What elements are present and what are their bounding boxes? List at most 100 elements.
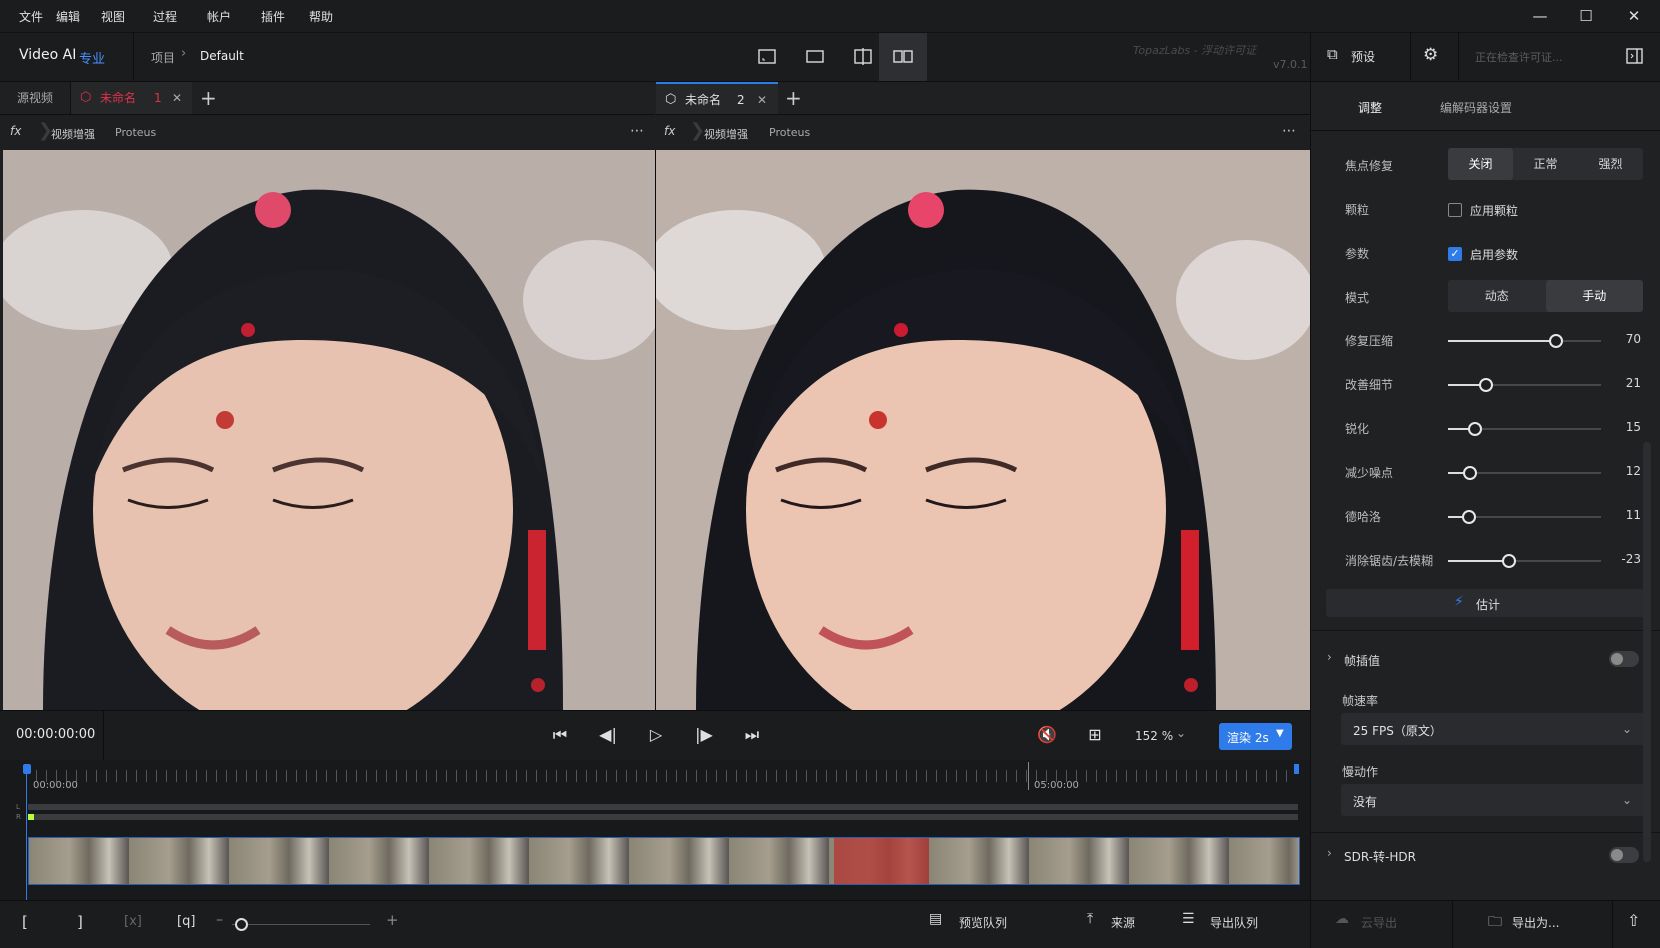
skip-start-icon[interactable]: ⏮ <box>549 724 571 746</box>
params-checkbox-label[interactable]: 启用参数 <box>1470 246 1518 263</box>
step-forward-icon[interactable]: |▶ <box>693 724 715 746</box>
param-slider[interactable] <box>1448 466 1601 480</box>
slider-knob[interactable] <box>1468 422 1482 436</box>
zoom-slider-knob[interactable] <box>235 918 248 931</box>
zoom-slider[interactable] <box>232 924 370 925</box>
breadcrumb-root[interactable]: 项目 <box>151 49 175 66</box>
out-marker[interactable] <box>1294 764 1299 774</box>
fx-icon[interactable]: fx <box>10 124 21 138</box>
model-label[interactable]: Proteus <box>769 126 810 139</box>
focus-fix-off[interactable]: 关闭 <box>1448 148 1513 180</box>
mode-dynamic[interactable]: 动态 <box>1448 280 1546 312</box>
menu-plugins[interactable]: 插件 <box>261 8 285 25</box>
step-back-icon[interactable]: ◀​| <box>597 724 619 746</box>
clear-marks-icon[interactable]: [x] <box>124 914 142 929</box>
enhance-label[interactable]: 视频增强 <box>51 126 95 142</box>
frame-interp-toggle[interactable] <box>1609 651 1639 667</box>
param-slider[interactable] <box>1448 554 1601 568</box>
mode-manual[interactable]: 手动 <box>1545 280 1643 312</box>
view-side-by-side-button[interactable] <box>879 33 927 81</box>
focus-fix-segment[interactable]: 关闭 正常 强烈 <box>1448 148 1643 180</box>
play-icon[interactable]: ▷ <box>645 724 667 746</box>
frame-rate-dropdown[interactable]: 25 FPS（原文） ⌄ <box>1341 713 1644 745</box>
menu-edit[interactable]: 编辑 <box>56 8 80 25</box>
enhance-label[interactable]: 视频增强 <box>704 126 748 142</box>
render-button[interactable]: 渲染 2s ▼ <box>1219 723 1292 750</box>
toggle-panel-button[interactable] <box>1625 46 1645 69</box>
zoom-chevron-down-icon[interactable]: ⌄ <box>1176 726 1186 740</box>
mute-icon[interactable]: 🔇 <box>1036 724 1058 746</box>
slider-knob[interactable] <box>1549 334 1564 348</box>
frame-interp-label[interactable]: 帧插值 <box>1344 652 1380 669</box>
mode-segment[interactable]: 动态 手动 <box>1448 280 1643 312</box>
slider-knob[interactable] <box>1463 466 1478 480</box>
param-slider[interactable] <box>1448 510 1601 524</box>
share-icon[interactable]: ⇧ <box>1627 911 1640 930</box>
timeline-mark-label: 05:00:00 <box>1034 780 1079 791</box>
chevron-right-icon[interactable]: › <box>1327 650 1332 664</box>
grain-checkbox-label[interactable]: 应用颗粒 <box>1470 202 1518 219</box>
panel-scrollbar[interactable] <box>1643 442 1651 862</box>
slider-knob[interactable] <box>1501 554 1516 568</box>
slider-knob[interactable] <box>1461 510 1476 524</box>
menu-process[interactable]: 过程 <box>153 8 177 25</box>
zoom-in-icon[interactable]: + <box>386 911 399 929</box>
zoom-fit-icon[interactable]: [q] <box>177 914 195 929</box>
playhead-handle[interactable] <box>23 764 31 774</box>
focus-fix-strong[interactable]: 强烈 <box>1578 148 1643 180</box>
menu-account[interactable]: 帐户 <box>207 8 231 25</box>
settings-gear-icon[interactable]: ⚙ <box>1423 45 1438 65</box>
view-single-button[interactable] <box>743 33 791 81</box>
menu-file[interactable]: 文件 <box>19 8 43 25</box>
sdr-hdr-toggle[interactable] <box>1609 847 1639 863</box>
breadcrumb-current[interactable]: Default <box>200 49 244 63</box>
focus-fix-normal[interactable]: 正常 <box>1513 148 1578 180</box>
slider-value[interactable]: -23 <box>1601 552 1641 566</box>
skip-end-icon[interactable]: ⏭ <box>741 724 763 746</box>
fx-icon[interactable]: fx <box>664 124 675 138</box>
filmstrip[interactable] <box>28 837 1300 885</box>
tab-close-icon[interactable]: ✕ <box>172 82 182 114</box>
tab-right-output[interactable]: ⬡ 未命名 2 ✕ <box>656 82 778 114</box>
tab-codec-settings[interactable]: 编解码器设置 <box>1440 99 1512 116</box>
slider-value[interactable]: 15 <box>1601 420 1641 434</box>
preset-button[interactable]: ⧉ 预设 <box>1327 45 1387 69</box>
menu-view[interactable]: 视图 <box>101 8 125 25</box>
param-slider[interactable] <box>1448 422 1601 436</box>
tab-close-icon[interactable]: ✕ <box>757 84 767 116</box>
tab-left-output[interactable]: ⬡ 未命名 1 ✕ <box>71 82 192 114</box>
timecode[interactable]: 00:00:00:00 <box>16 727 95 742</box>
grain-checkbox[interactable] <box>1448 203 1462 217</box>
slider-value[interactable]: 21 <box>1601 376 1641 390</box>
tab-adjust[interactable]: 调整 <box>1358 99 1382 116</box>
param-slider[interactable] <box>1448 378 1601 392</box>
view-wide-button[interactable] <box>791 33 839 81</box>
sdr-hdr-label[interactable]: SDR-转-HDR <box>1344 848 1416 865</box>
minimize-icon[interactable]: — <box>1530 6 1550 26</box>
slider-knob[interactable] <box>1478 378 1493 392</box>
output-video-frame[interactable] <box>656 150 1310 710</box>
params-checkbox[interactable]: ✓ <box>1448 247 1462 261</box>
slider-value[interactable]: 12 <box>1601 464 1641 478</box>
close-icon[interactable]: ✕ <box>1624 6 1644 26</box>
more-icon[interactable]: ⋯ <box>630 123 644 139</box>
tab-source-video[interactable]: 源视频 <box>0 82 71 114</box>
slider-value[interactable]: 11 <box>1601 508 1641 522</box>
slider-value[interactable]: 70 <box>1601 332 1641 346</box>
more-icon[interactable]: ⋯ <box>1282 123 1296 139</box>
maximize-icon[interactable]: ☐ <box>1576 6 1596 26</box>
param-slider[interactable] <box>1448 334 1601 348</box>
zoom-out-icon[interactable]: – <box>216 912 223 928</box>
add-tab-icon[interactable]: + <box>200 86 217 110</box>
add-tab-icon[interactable]: + <box>785 86 802 110</box>
mark-in-icon[interactable]: [ <box>22 913 28 931</box>
mark-out-icon[interactable]: ] <box>77 913 83 931</box>
estimate-button[interactable]: ⚡ 估计 <box>1326 589 1644 617</box>
zoom-value[interactable]: 152 % <box>1135 729 1173 743</box>
source-video-frame[interactable] <box>3 150 655 710</box>
crop-icon[interactable]: ⊞ <box>1084 724 1106 746</box>
model-label[interactable]: Proteus <box>115 126 156 139</box>
chevron-right-icon[interactable]: › <box>1327 846 1332 860</box>
menu-help[interactable]: 帮助 <box>309 8 333 25</box>
slow-motion-dropdown[interactable]: 没有 ⌄ <box>1341 784 1644 816</box>
